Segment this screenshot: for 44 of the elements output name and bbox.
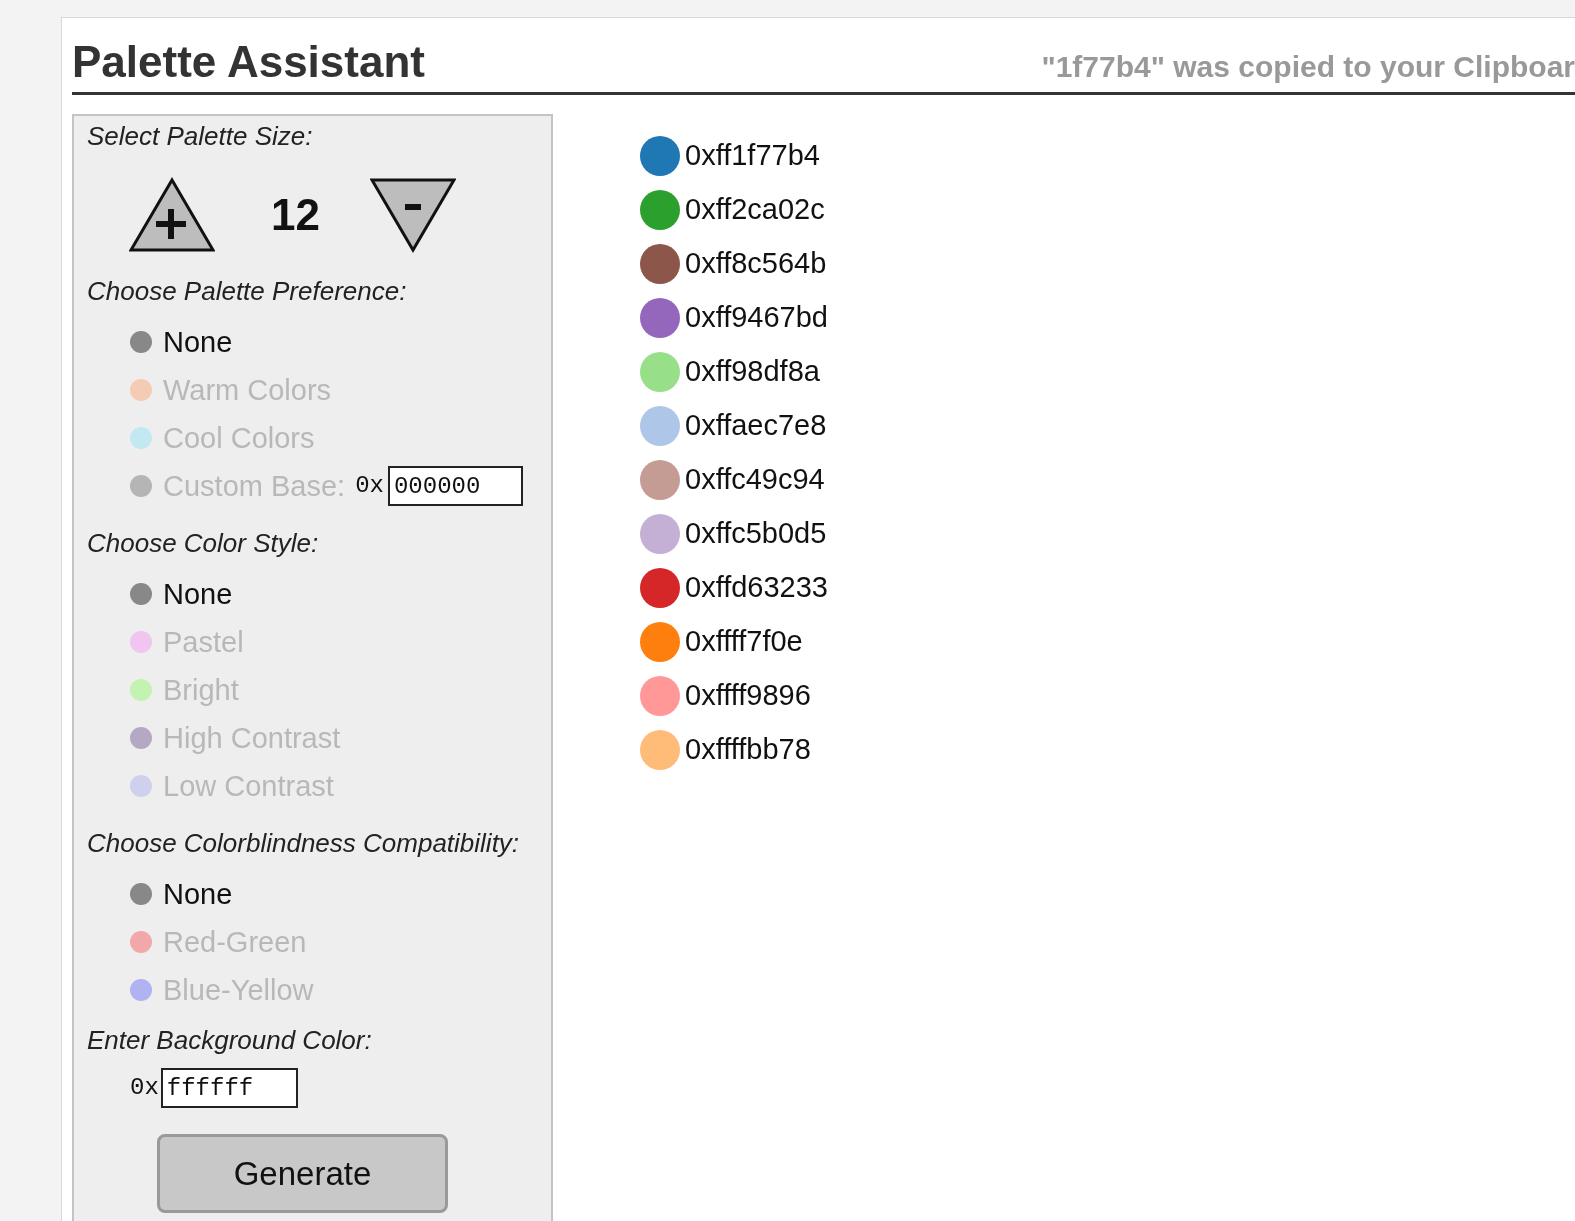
background-color-input[interactable]: ffffff	[160, 1068, 298, 1108]
increase-button[interactable]	[129, 177, 215, 253]
color-swatch[interactable]	[640, 352, 680, 392]
color-code[interactable]: 0xffff7f0e	[685, 620, 803, 664]
section-label: Select Palette Size:	[87, 120, 314, 152]
color-code[interactable]: 0xffc49c94	[685, 458, 825, 502]
color-code[interactable]: 0xffff9896	[685, 674, 811, 718]
color-code[interactable]: 0xff8c564b	[685, 242, 827, 286]
palette-size-count: 12	[271, 189, 320, 241]
option-label[interactable]: None	[163, 327, 233, 357]
color-swatch[interactable]	[640, 514, 680, 554]
color-swatch[interactable]	[640, 136, 680, 176]
color-swatch[interactable]	[640, 298, 680, 338]
color-swatch[interactable]	[640, 460, 680, 500]
color-code[interactable]: 0xffc5b0d5	[685, 512, 827, 556]
section-label: Choose Palette Preference:	[87, 275, 408, 307]
color-code[interactable]: 0xff98df8a	[685, 350, 820, 394]
decrease-button[interactable]	[369, 177, 456, 253]
hex-prefix: 0x	[355, 471, 384, 501]
section-label: Choose Colorblindness Compatibility:	[87, 827, 521, 859]
hex-input[interactable]: 000000	[387, 466, 523, 506]
color-code[interactable]: 0xff9467bd	[685, 296, 828, 340]
app-title: Palette Assistant	[72, 40, 425, 84]
color-swatch[interactable]	[640, 676, 680, 716]
color-swatch[interactable]	[640, 730, 680, 770]
color-swatch[interactable]	[640, 190, 680, 230]
minus-triangle-icon	[369, 177, 456, 253]
color-code[interactable]: 0xffd63233	[685, 566, 828, 610]
color-code[interactable]: 0xff2ca02c	[685, 188, 825, 232]
color-code[interactable]: 0xffaec7e8	[685, 404, 827, 448]
option-label[interactable]: None	[163, 879, 233, 909]
plus-triangle-icon	[129, 177, 215, 253]
color-code[interactable]: 0xff1f77b4	[685, 134, 820, 178]
color-swatch[interactable]	[640, 622, 680, 662]
section-label: Enter Background Color:	[87, 1024, 373, 1056]
color-swatch[interactable]	[640, 406, 680, 446]
section-label: Choose Color Style:	[87, 527, 320, 559]
option-label[interactable]: None	[163, 579, 233, 609]
clipboard-notice: "1f77b4" was copied to your Clipboar	[1041, 52, 1575, 82]
generate-button[interactable]: Generate	[157, 1134, 448, 1213]
color-swatch[interactable]	[640, 568, 680, 608]
color-code[interactable]: 0xffffbb78	[685, 728, 811, 772]
hex-prefix: 0x	[130, 1073, 159, 1103]
color-swatch[interactable]	[640, 244, 680, 284]
